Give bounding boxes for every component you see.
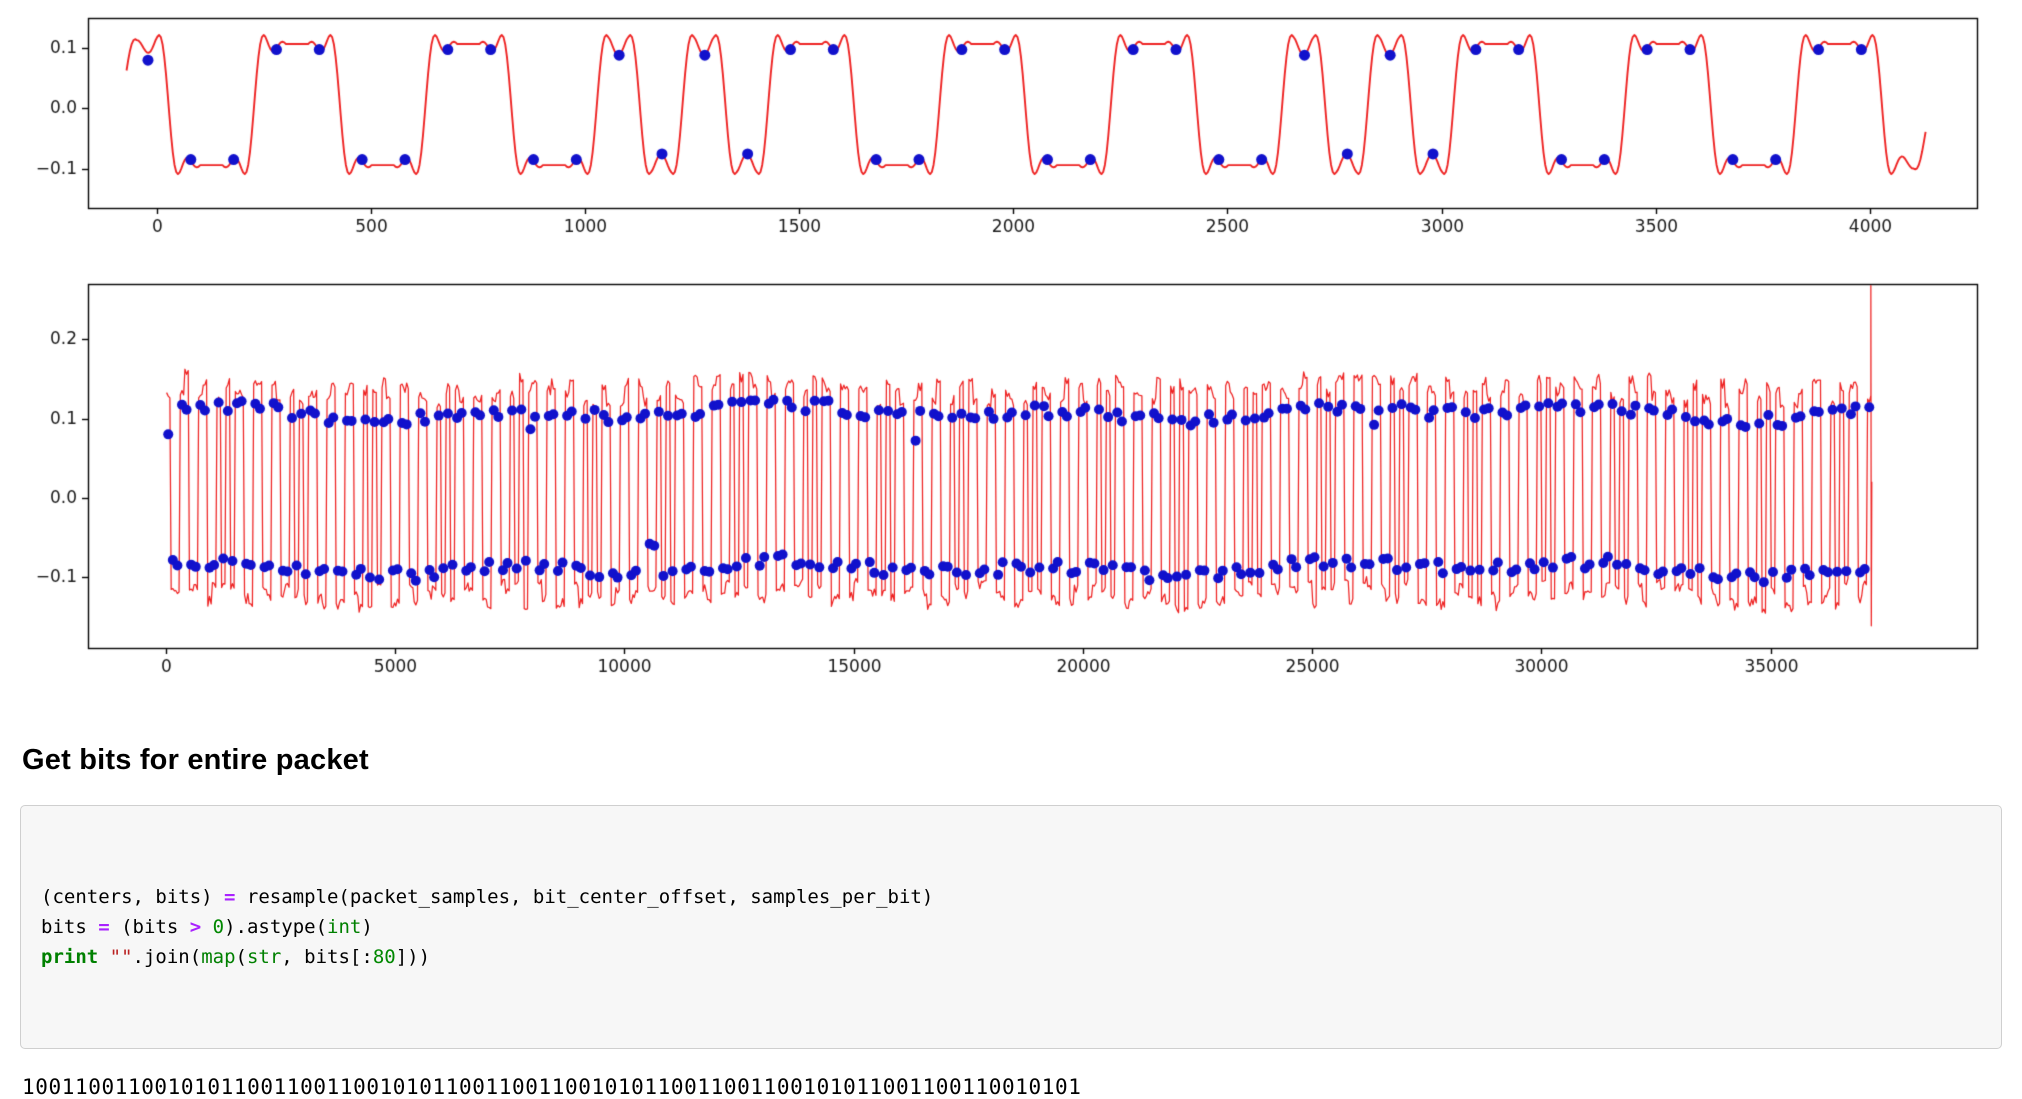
plot-zoomed xyxy=(20,10,1982,250)
section-heading: Get bits for entire packet xyxy=(22,744,369,776)
notebook-page: Get bits for entire packet (centers, bit… xyxy=(0,0,2022,1099)
code-line: bits = (bits > 0).astype(int) xyxy=(41,916,373,938)
code-lines: (centers, bits) = resample(packet_sample… xyxy=(41,882,1981,972)
code-line: print "".join(map(str, bits[:80])) xyxy=(41,946,431,968)
plot-full xyxy=(20,276,1982,686)
code-cell[interactable]: (centers, bits) = resample(packet_sample… xyxy=(20,805,2002,1049)
output-bits: 1001100110010101100110011001010110011001… xyxy=(22,1075,1082,1099)
code-line: (centers, bits) = resample(packet_sample… xyxy=(41,886,934,908)
